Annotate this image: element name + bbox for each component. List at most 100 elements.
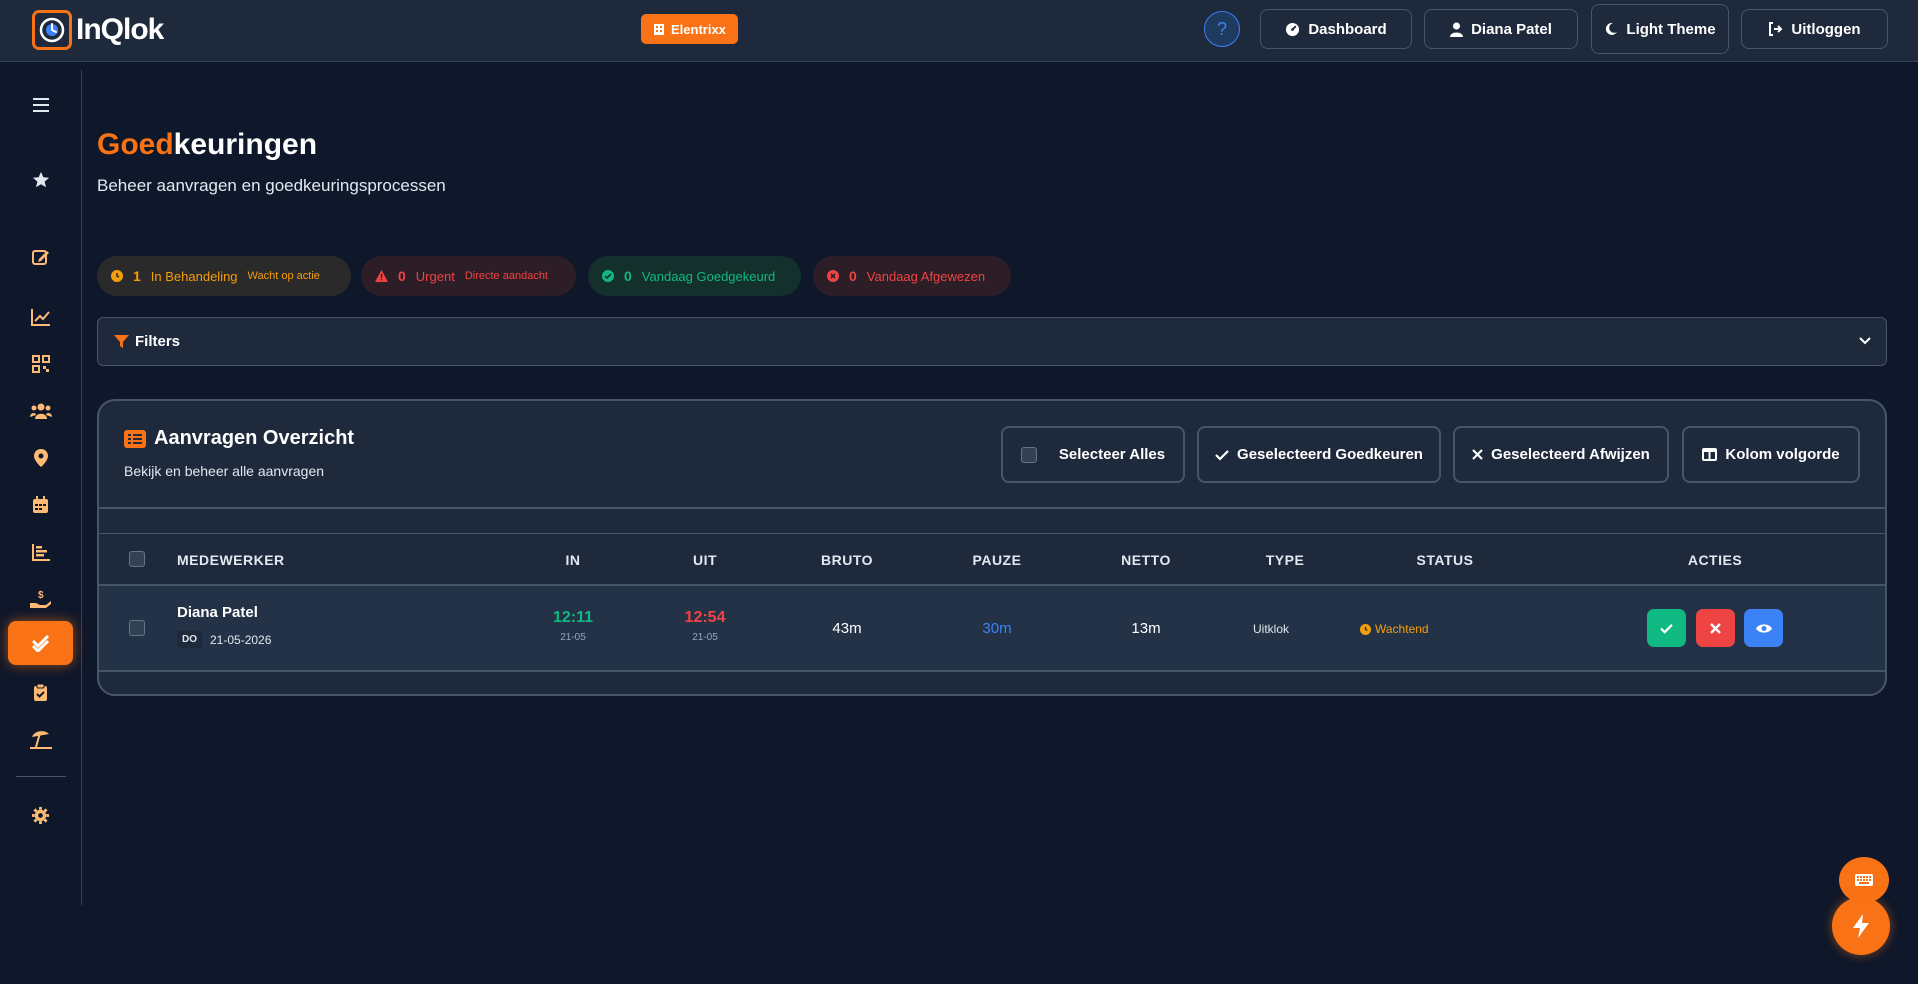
day-badge: DO <box>177 631 202 648</box>
requests-panel: Aanvragen Overzicht Bekijk en beheer all… <box>97 399 1887 696</box>
sidebar-item-reports[interactable] <box>8 530 73 574</box>
settings-icon <box>31 806 50 824</box>
stat-sub: Directe aandacht <box>464 270 548 282</box>
check-circle-icon <box>602 270 614 282</box>
select-all-button[interactable]: Selecteer Alles <box>1001 426 1185 483</box>
sidebar-item-locations[interactable] <box>8 436 73 480</box>
help-button[interactable]: ? <box>1204 11 1240 47</box>
sidebar-item-leave[interactable] <box>8 717 73 761</box>
table-header: MEDEWERKER IN UIT BRUTO PAUZE NETTO TYPE… <box>99 534 1885 584</box>
col-employee[interactable]: MEDEWERKER <box>177 552 285 568</box>
in-cell: 12:11 21-05 <box>553 609 593 643</box>
user-icon <box>1450 22 1464 37</box>
logout-button[interactable]: Uitloggen <box>1741 9 1888 49</box>
approve-selected-label: Geselecteerd Goedkeuren <box>1237 446 1423 463</box>
stat-label: Urgent <box>415 268 455 284</box>
company-name: Elentrixx <box>671 21 726 37</box>
sidebar-item-calendar[interactable] <box>8 483 73 527</box>
approve-button[interactable] <box>1647 609 1686 647</box>
reject-button[interactable] <box>1696 609 1735 647</box>
sidebar-item-analytics[interactable] <box>8 295 73 339</box>
filters-panel[interactable]: Filters <box>97 317 1887 366</box>
bolt-icon <box>1853 914 1869 938</box>
page-title-accent: Goed <box>97 128 174 161</box>
chevron-down-icon[interactable] <box>1858 334 1872 348</box>
reject-selected-button[interactable]: Geselecteerd Afwijzen <box>1453 426 1669 483</box>
stat-approved-today[interactable]: 0 Vandaag Goedgekeurd <box>588 256 801 296</box>
clock-icon <box>111 270 123 282</box>
company-badge[interactable]: Elentrixx <box>641 14 738 44</box>
quick-action-button[interactable] <box>1832 897 1890 955</box>
top-bar: InQlok Elentrixx ? Dashboard Diana Patel… <box>0 0 1918 62</box>
stat-urgent[interactable]: 0 Urgent Directe aandacht <box>361 256 576 296</box>
row-checkbox[interactable] <box>129 620 145 636</box>
approvals-icon <box>31 634 49 652</box>
panel-divider <box>99 507 1885 509</box>
close-icon <box>1472 449 1483 460</box>
in-date: 21-05 <box>560 632 586 643</box>
stat-count: 0 <box>849 268 857 284</box>
user-name: Diana Patel <box>1471 20 1552 38</box>
status-text: Wachtend <box>1375 622 1429 636</box>
sidebar-item-edit[interactable] <box>8 235 73 279</box>
col-pause[interactable]: PAUZE <box>973 552 1022 568</box>
qrcode-icon <box>31 355 50 373</box>
col-net[interactable]: NETTO <box>1121 552 1171 568</box>
column-order-label: Kolom volgorde <box>1725 446 1840 463</box>
col-in[interactable]: IN <box>566 552 581 568</box>
logo-text: InQlok <box>76 13 164 46</box>
keyboard-shortcuts-button[interactable] <box>1839 857 1889 903</box>
clock-logo-icon <box>32 10 72 50</box>
col-actions: ACTIES <box>1687 552 1743 568</box>
employee-date: 21-05-2026 <box>210 632 272 647</box>
sidebar-menu-toggle[interactable] <box>8 83 73 127</box>
type-value: Uitklok <box>1253 622 1290 636</box>
approve-selected-button[interactable]: Geselecteerd Goedkeuren <box>1197 426 1441 483</box>
stat-rejected-today[interactable]: 0 Vandaag Afgewezen <box>813 256 1011 296</box>
svg-text:$: $ <box>38 590 44 601</box>
page-title-rest: keuringen <box>173 128 318 161</box>
sidebar-item-users[interactable] <box>8 389 73 433</box>
select-all-checkbox[interactable] <box>1020 446 1037 463</box>
view-button[interactable] <box>1744 609 1783 647</box>
out-cell: 12:54 21-05 <box>685 609 726 643</box>
filters-label: Filters <box>135 333 181 350</box>
check-icon <box>1660 623 1673 634</box>
col-type[interactable]: TYPE <box>1266 552 1305 568</box>
eye-icon <box>1755 623 1772 633</box>
building-icon <box>654 23 664 35</box>
app-logo[interactable]: InQlok <box>32 10 164 50</box>
page-title: Goedkeuringen <box>97 128 317 162</box>
logout-icon <box>1769 22 1783 36</box>
header-checkbox[interactable] <box>129 551 145 567</box>
sidebar-item-approvals[interactable] <box>8 621 73 665</box>
user-button[interactable]: Diana Patel <box>1424 9 1578 49</box>
reject-selected-label: Geselecteerd Afwijzen <box>1491 446 1650 463</box>
out-date: 21-05 <box>692 632 718 643</box>
employee-cell: Diana Patel DO 21-05-2026 <box>177 604 271 648</box>
sidebar-item-tasks[interactable] <box>8 670 73 714</box>
table-row[interactable]: Diana Patel DO 21-05-2026 12:11 21-05 12… <box>99 586 1885 670</box>
sidebar-item-payments[interactable]: $ <box>8 577 73 621</box>
bar-chart-icon <box>31 543 50 561</box>
table-row-divider <box>99 670 1885 672</box>
net-value: 13m <box>1131 620 1161 637</box>
sidebar-item-settings[interactable] <box>8 793 73 837</box>
calendar-icon <box>33 496 48 513</box>
col-status[interactable]: STATUS <box>1417 552 1474 568</box>
stat-in-progress[interactable]: 1 In Behandeling Wacht op actie <box>97 256 351 296</box>
stat-sub: Wacht op actie <box>247 270 320 282</box>
sidebar-item-qrcode[interactable] <box>8 342 73 386</box>
stat-label: Vandaag Goedgekeurd <box>641 268 776 284</box>
col-gross[interactable]: BRUTO <box>821 552 873 568</box>
page-subtitle: Beheer aanvragen en goedkeuringsprocesse… <box>97 176 446 195</box>
column-order-button[interactable]: Kolom volgorde <box>1682 426 1860 483</box>
sidebar-item-favorites[interactable] <box>8 158 73 202</box>
filters-header: Filters <box>114 333 180 350</box>
employee-name: Diana Patel <box>177 604 258 621</box>
list-icon <box>124 429 146 448</box>
theme-toggle-button[interactable]: Light Theme <box>1591 4 1729 54</box>
dashboard-button[interactable]: Dashboard <box>1260 9 1412 49</box>
col-out[interactable]: UIT <box>693 552 717 568</box>
stat-count: 1 <box>133 268 141 284</box>
